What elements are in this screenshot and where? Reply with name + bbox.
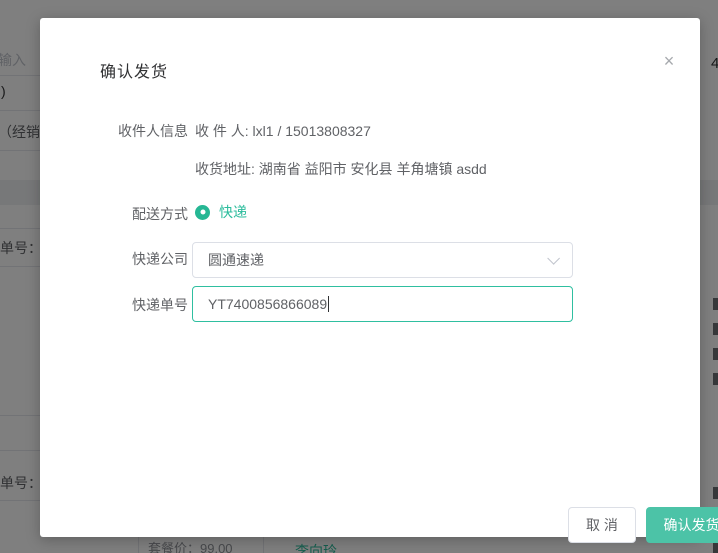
recipient-info-label: 收件人信息 <box>100 121 188 141</box>
select-selected-value: 圆通速递 <box>208 250 547 270</box>
chevron-down-icon <box>547 252 560 265</box>
close-icon[interactable]: × <box>656 48 682 74</box>
tracking-number-input[interactable]: YT7400856866089 <box>192 286 573 322</box>
confirm-shipment-dialog: 确认发货 × 收件人信息 收 件 人: lxl1 / 15013808327 收… <box>40 18 700 537</box>
tracking-number-value: YT7400856866089 <box>208 296 327 312</box>
text-caret <box>328 296 329 312</box>
screen: 请输入 ) （经销商 订单号： 订单号： 套餐价：99.00 李向玲 4 确认发… <box>0 0 718 553</box>
express-company-select[interactable]: 圆通速递 <box>192 242 573 278</box>
radio-selected-icon[interactable] <box>195 205 210 220</box>
delivery-method-radio[interactable]: 快递 <box>195 202 247 222</box>
cancel-button[interactable]: 取 消 <box>568 507 636 543</box>
confirm-shipment-button[interactable]: 确认发货 <box>646 507 718 543</box>
dialog-title: 确认发货 <box>100 58 168 82</box>
tracking-number-label: 快递单号 <box>100 295 188 315</box>
express-company-label: 快递公司 <box>100 249 188 269</box>
recipient-address-value: 收货地址: 湖南省 益阳市 安化县 羊角塘镇 asdd <box>195 159 487 179</box>
recipient-name-value: 收 件 人: lxl1 / 15013808327 <box>195 121 371 141</box>
delivery-method-label: 配送方式 <box>100 204 188 224</box>
radio-option-label[interactable]: 快递 <box>219 202 247 222</box>
